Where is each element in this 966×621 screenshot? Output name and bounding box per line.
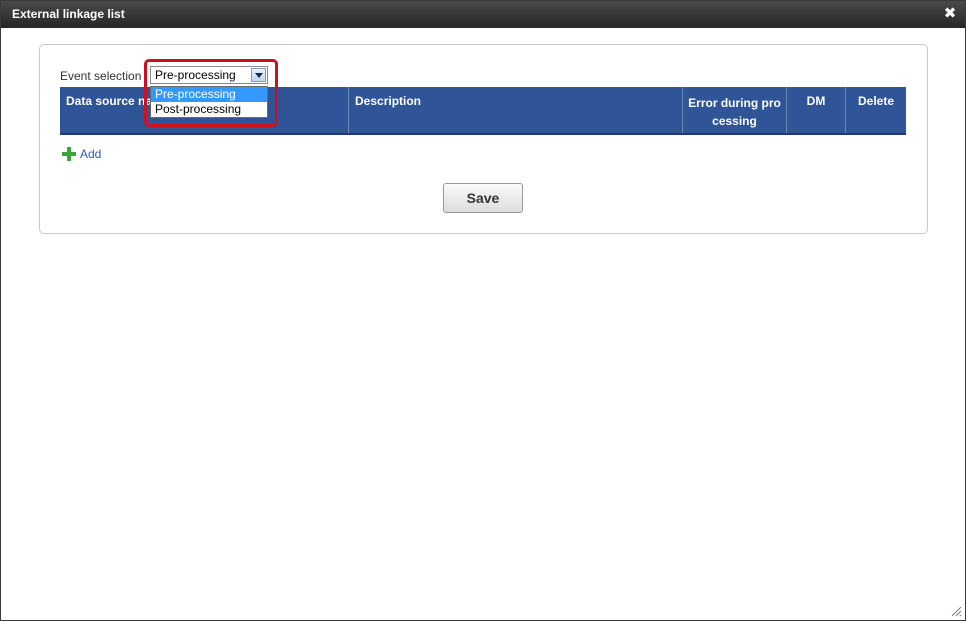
save-button[interactable]: Save bbox=[443, 183, 523, 213]
column-header-delete[interactable]: Delete bbox=[846, 87, 906, 133]
close-icon[interactable]: ✖ bbox=[943, 6, 957, 22]
dialog-title: External linkage list bbox=[12, 7, 125, 21]
dropdown-option-pre-processing[interactable]: Pre-processing bbox=[151, 87, 267, 102]
external-linkage-dialog: External linkage list ✖ Event selection … bbox=[0, 0, 966, 621]
column-header-dm[interactable]: DM bbox=[787, 87, 846, 133]
column-header-error-during-processing[interactable]: Error during pro cessing bbox=[683, 87, 787, 133]
column-header-description[interactable]: Description bbox=[349, 87, 683, 133]
event-selection-value: Pre-processing bbox=[155, 68, 236, 82]
dropdown-option-post-processing[interactable]: Post-processing bbox=[151, 102, 267, 117]
chevron-down-icon bbox=[255, 73, 263, 78]
add-label: Add bbox=[80, 147, 102, 161]
event-selection-label: Event selection bbox=[60, 69, 142, 83]
event-selection-select[interactable]: Pre-processing bbox=[150, 66, 268, 84]
plus-icon bbox=[62, 147, 76, 161]
linkage-panel: Event selection Pre-processing Data sour… bbox=[39, 44, 928, 234]
event-selection-dropdown-list: Pre-processing Post-processing bbox=[150, 86, 268, 118]
dropdown-arrow-button[interactable] bbox=[251, 68, 266, 82]
dialog-titlebar[interactable]: External linkage list ✖ bbox=[1, 1, 965, 28]
resize-grip-icon[interactable] bbox=[950, 605, 962, 617]
